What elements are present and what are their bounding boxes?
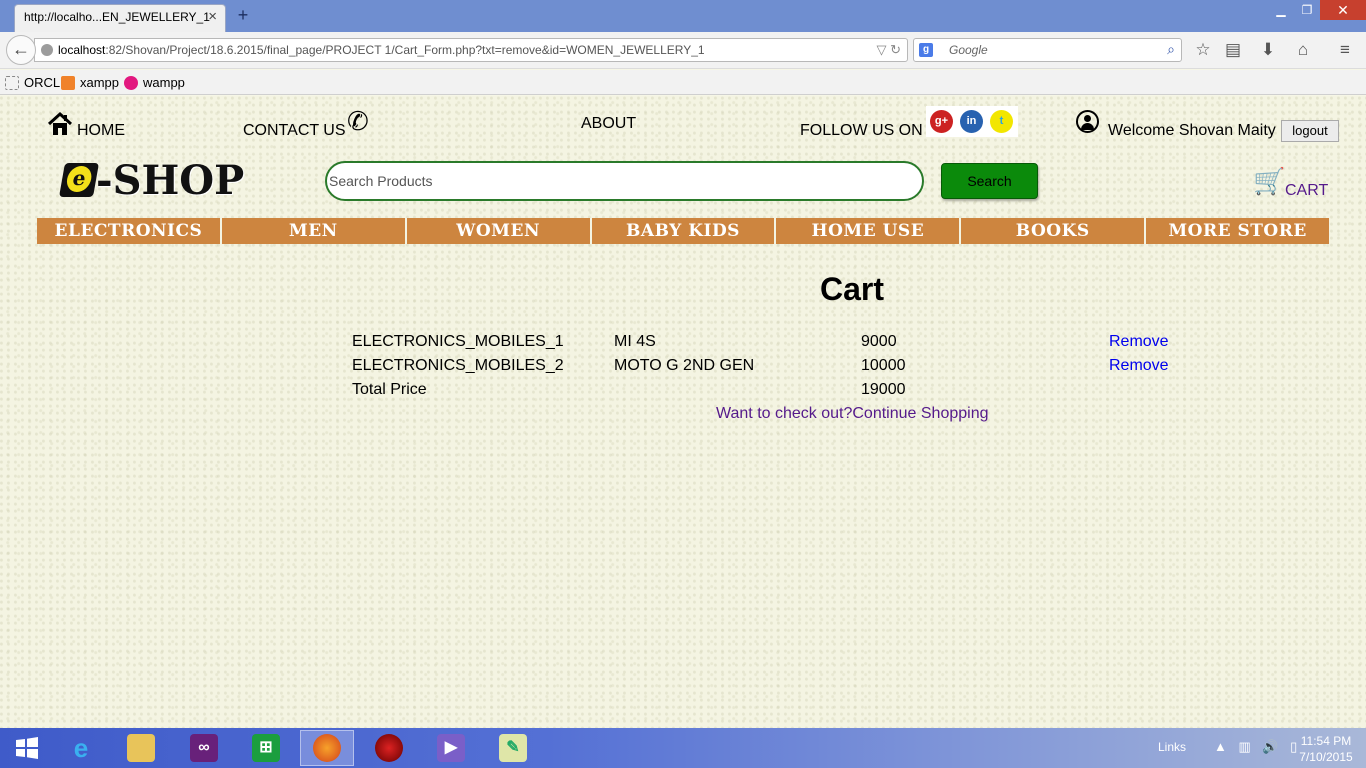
total-label: Total Price: [352, 381, 427, 398]
cart-link[interactable]: CART: [1285, 182, 1328, 200]
url-host: localhost: [58, 43, 106, 57]
app-red-icon[interactable]: [362, 730, 416, 766]
category-electronics[interactable]: ELECTRONICS: [37, 218, 222, 244]
url-text[interactable]: localhost:82/Shovan/Project/18.6.2015/fi…: [58, 43, 705, 57]
search-button[interactable]: Search: [941, 163, 1038, 199]
back-button[interactable]: ←: [6, 35, 36, 65]
item-id: ELECTRONICS_MOBILES_1: [352, 333, 564, 350]
checkout-link[interactable]: Want to check out?: [716, 405, 852, 422]
item-price: 9000: [861, 333, 897, 350]
item-name: MOTO G 2ND GEN: [614, 357, 755, 374]
windows-taskbar: e ∞ ⊞ ▶ ✎ Links ▲ ▥ 🔊 ▯ 11:54 PM 7/10/20…: [0, 728, 1366, 768]
url-bar[interactable]: localhost:82/Shovan/Project/18.6.2015/fi…: [34, 38, 908, 62]
welcome-text: Welcome Shovan Maity: [1108, 122, 1276, 139]
cart-icon[interactable]: 🛒: [1253, 166, 1285, 197]
minimize-icon[interactable]: ▁: [1268, 0, 1294, 20]
twitter-icon[interactable]: t: [990, 110, 1013, 133]
user-icon: [1076, 110, 1099, 133]
bookmarks-bar: ORCL xampp wampp: [0, 70, 1366, 95]
links-toolbar[interactable]: Links: [1158, 740, 1186, 754]
item-name: MI 4S: [614, 333, 656, 350]
clock[interactable]: 11:54 PM 7/10/2015: [1298, 733, 1354, 765]
browser-search-placeholder: Google: [949, 43, 988, 57]
bookmark-label: xampp: [80, 75, 120, 90]
home-icon[interactable]: [47, 111, 73, 137]
category-books[interactable]: BOOKS: [961, 218, 1147, 244]
category-women[interactable]: WOMEN: [406, 218, 592, 244]
bookmark-star-icon[interactable]: ☆: [1192, 40, 1214, 60]
restore-icon[interactable]: ❐: [1294, 0, 1320, 20]
logout-button[interactable]: logout: [1281, 120, 1339, 142]
new-tab-button[interactable]: +: [234, 5, 252, 25]
clock-time: 11:54 PM: [1300, 734, 1352, 748]
start-button[interactable]: [0, 730, 54, 766]
linkedin-icon[interactable]: in: [960, 110, 983, 133]
tab-title: http://localho...EN_JEWELLERY_1: [24, 10, 210, 24]
home-link[interactable]: HOME: [77, 122, 125, 140]
bookmark-wampp[interactable]: wampp: [124, 75, 185, 90]
bookmark-xampp[interactable]: xampp: [61, 75, 119, 90]
google-plus-icon[interactable]: g+: [930, 110, 953, 133]
category-bar: ELECTRONICS MEN WOMEN BABY KIDS HOME USE…: [37, 218, 1330, 244]
continue-shopping-link[interactable]: Continue Shopping: [852, 405, 988, 422]
notepad-icon[interactable]: ✎: [486, 730, 540, 766]
magnifier-icon[interactable]: ⌕: [1167, 41, 1175, 58]
cart-title: Cart: [820, 271, 885, 307]
reload-icon[interactable]: ▽ ↻: [876, 42, 901, 58]
close-window-icon[interactable]: ✕: [1320, 0, 1366, 20]
contact-link[interactable]: CONTACT US: [243, 122, 346, 140]
cart-actions: Want to check out?Continue Shopping: [716, 405, 988, 423]
logo-text: -SHOP: [96, 156, 245, 204]
table-row: ELECTRONICS_MOBILES_2 MOTO G 2ND GEN 100…: [352, 357, 1252, 379]
category-baby-kids[interactable]: BABY KIDS: [591, 218, 777, 244]
product-search-input[interactable]: [325, 161, 924, 201]
bookmarks-list-icon[interactable]: ▤: [1222, 40, 1244, 60]
firefox-icon[interactable]: [300, 730, 354, 766]
browser-search-bar[interactable]: g Google ⌕: [913, 38, 1182, 62]
category-more-store[interactable]: MORE STORE: [1146, 218, 1330, 244]
menu-icon[interactable]: ≡: [1334, 40, 1356, 60]
follow-label: FOLLOW US ON: [800, 122, 923, 139]
url-path: :82/Shovan/Project/18.6.2015/final_page/…: [105, 43, 705, 57]
ie-icon[interactable]: e: [54, 730, 108, 766]
table-row: ELECTRONICS_MOBILES_1 MI 4S 9000 Remove: [352, 333, 1252, 355]
browser-navbar: localhost:82/Shovan/Project/18.6.2015/fi…: [0, 32, 1366, 69]
page-icon: [5, 75, 19, 90]
eshop-logo[interactable]: e -SHOP: [59, 156, 245, 204]
remove-link[interactable]: Remove: [1109, 357, 1169, 375]
clock-date: 7/10/2015: [1299, 750, 1353, 764]
visual-studio-icon[interactable]: ∞: [177, 730, 231, 766]
bookmark-label: ORCL: [24, 75, 61, 90]
media-icon[interactable]: ▶: [424, 730, 478, 766]
total-row: Total Price 19000: [352, 381, 1252, 403]
logo-badge: e: [59, 163, 99, 197]
browser-titlebar: http://localho...EN_JEWELLERY_1 × + ▁ ❐ …: [0, 0, 1366, 32]
home-browser-icon[interactable]: ⌂: [1292, 40, 1314, 60]
store-icon[interactable]: ⊞: [239, 730, 293, 766]
category-men[interactable]: MEN: [221, 218, 407, 244]
remove-link[interactable]: Remove: [1109, 333, 1169, 351]
phone-icon: ✆: [347, 106, 369, 136]
item-price: 10000: [861, 357, 906, 374]
bookmark-orcl[interactable]: ORCL: [5, 75, 60, 90]
download-icon[interactable]: ⬇: [1257, 40, 1279, 60]
web-page: HOME CONTACT US ✆ ABOUT FOLLOW US ON g+ …: [0, 96, 1366, 728]
xampp-icon: [61, 75, 75, 90]
globe-icon: [41, 44, 53, 56]
bookmark-label: wampp: [143, 75, 185, 90]
windows-logo-icon: [16, 737, 38, 759]
wampp-icon: [124, 75, 138, 90]
tab-close-icon[interactable]: ×: [208, 5, 217, 29]
total-value: 19000: [861, 381, 906, 398]
category-home-use[interactable]: HOME USE: [776, 218, 962, 244]
tray-icons[interactable]: ▲ ▥ 🔊 ▯: [1214, 739, 1301, 755]
file-explorer-icon[interactable]: [114, 730, 168, 766]
browser-tab[interactable]: http://localho...EN_JEWELLERY_1 ×: [14, 4, 226, 32]
google-icon[interactable]: g: [919, 43, 933, 57]
item-id: ELECTRONICS_MOBILES_2: [352, 357, 564, 374]
window-controls: ▁ ❐ ✕: [1268, 0, 1366, 22]
about-link[interactable]: ABOUT: [581, 115, 636, 133]
